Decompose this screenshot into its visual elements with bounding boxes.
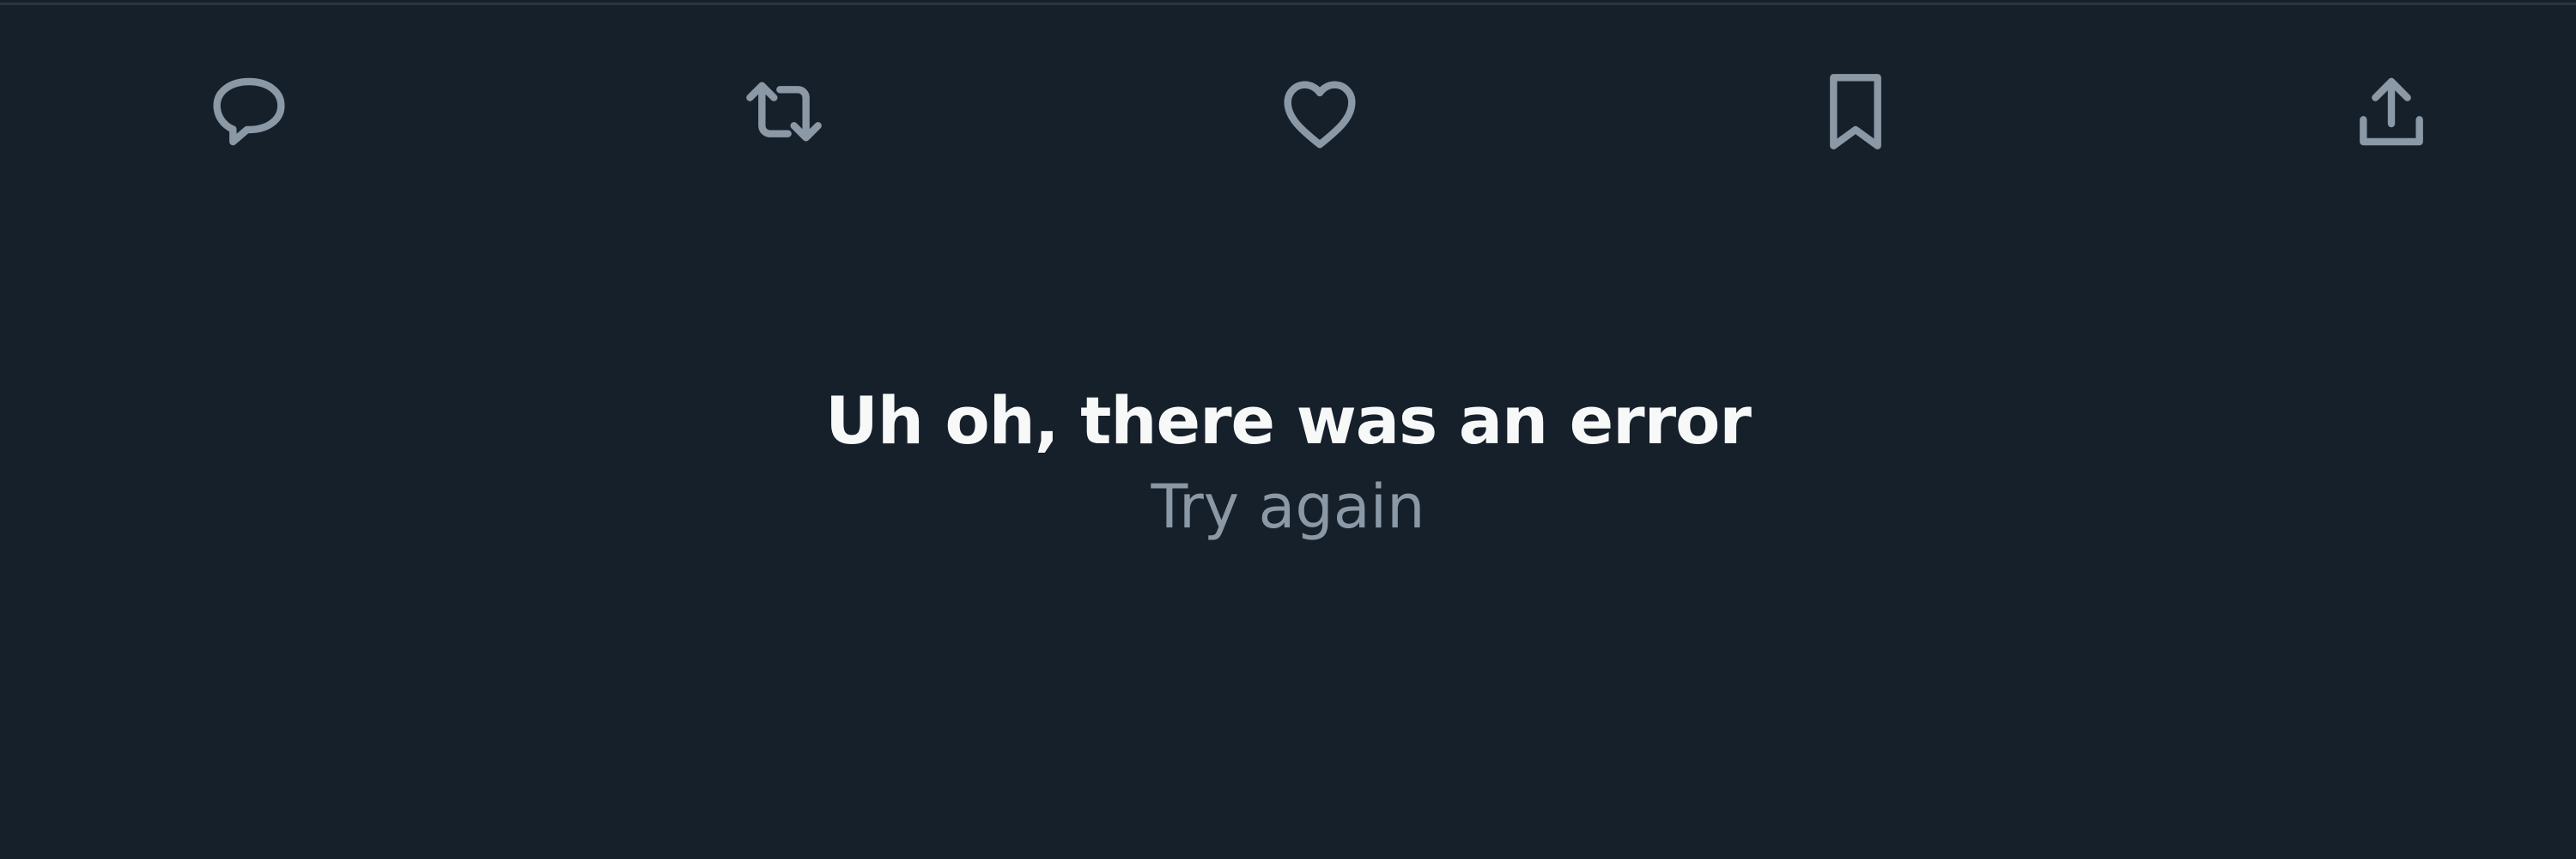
repost-button[interactable]: [724, 60, 844, 163]
heart-icon: [1284, 81, 1356, 149]
share-upload-icon: [2360, 77, 2423, 146]
bookmark-button[interactable]: [1795, 60, 1916, 163]
share-button[interactable]: [2331, 60, 2451, 163]
error-title: Uh oh, there was an error: [825, 382, 1752, 459]
like-button[interactable]: [1260, 60, 1380, 163]
top-divider: [0, 3, 2576, 5]
repost-arrows-icon: [746, 82, 822, 142]
post-action-bar: [0, 60, 2576, 163]
try-again-link[interactable]: Try again: [1151, 464, 1425, 550]
reply-button[interactable]: [189, 60, 309, 163]
bookmark-icon: [1830, 74, 1881, 149]
error-panel: Uh oh, there was an error Try again: [0, 378, 2576, 550]
speech-bubble-icon: [213, 77, 285, 146]
